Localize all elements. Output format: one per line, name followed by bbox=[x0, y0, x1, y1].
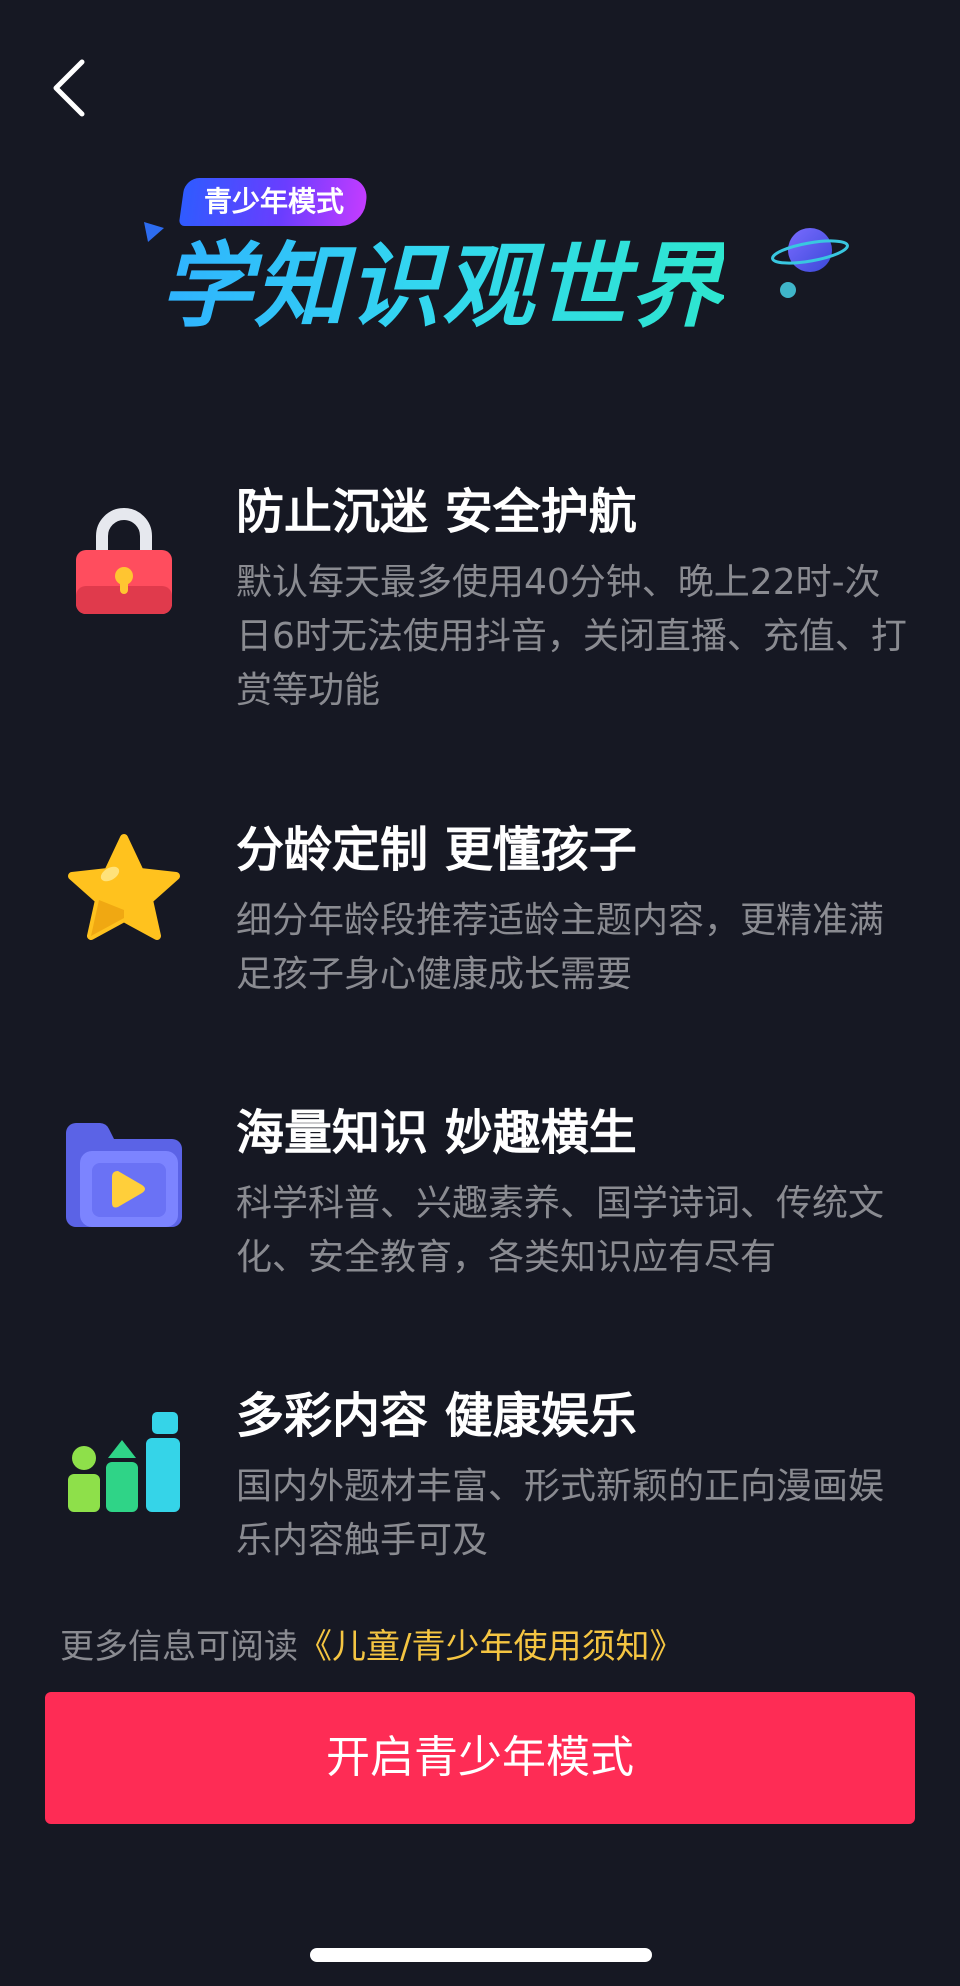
feature-title: 多彩内容 健康娱乐 bbox=[236, 1388, 637, 1444]
info-prefix: 更多信息可阅读 bbox=[60, 1627, 298, 1667]
planet-icon bbox=[771, 228, 849, 272]
feature-title: 海量知识 妙趣横生 bbox=[236, 1105, 637, 1161]
lock-icon bbox=[62, 494, 186, 618]
bar-blocks-icon bbox=[62, 1404, 186, 1528]
usage-notice-link[interactable]: 《儿童/青少年使用须知》 bbox=[298, 1627, 683, 1667]
decorative-dot bbox=[780, 282, 796, 298]
feature-description: 科学科普、兴趣素养、国学诗词、传统文化、安全教育，各类知识应有尽有 bbox=[236, 1183, 885, 1278]
info-line: 更多信息可阅读《儿童/青少年使用须知》 bbox=[60, 1620, 683, 1674]
mode-badge-label: 青少年模式 bbox=[204, 185, 345, 218]
feature-description: 细分年龄段推荐适龄主题内容，更精准满足孩子身心健康成长需要 bbox=[236, 900, 885, 995]
feature-title: 防止沉迷 安全护航 bbox=[236, 484, 637, 540]
back-button[interactable] bbox=[44, 56, 96, 120]
chevron-left-icon bbox=[53, 59, 85, 117]
home-indicator bbox=[310, 1948, 652, 1962]
mode-badge: 青少年模式 bbox=[178, 178, 370, 226]
video-folder-icon bbox=[62, 1121, 186, 1245]
enable-teen-mode-button[interactable]: 开启青少年模式 bbox=[45, 1692, 915, 1824]
hero-banner: 青少年模式 学知识观世界 bbox=[130, 170, 870, 360]
hero-headline: 学知识观世界 bbox=[160, 233, 725, 340]
feature-title: 分龄定制 更懂孩子 bbox=[236, 822, 637, 878]
star-icon bbox=[62, 830, 186, 954]
feature-description: 国内外题材丰富、形式新颖的正向漫画娱乐内容触手可及 bbox=[236, 1466, 885, 1561]
feature-description: 默认每天最多使用40分钟、晚上22时-次日6时无法使用抖音，关闭直播、充值、打赏… bbox=[236, 562, 907, 711]
